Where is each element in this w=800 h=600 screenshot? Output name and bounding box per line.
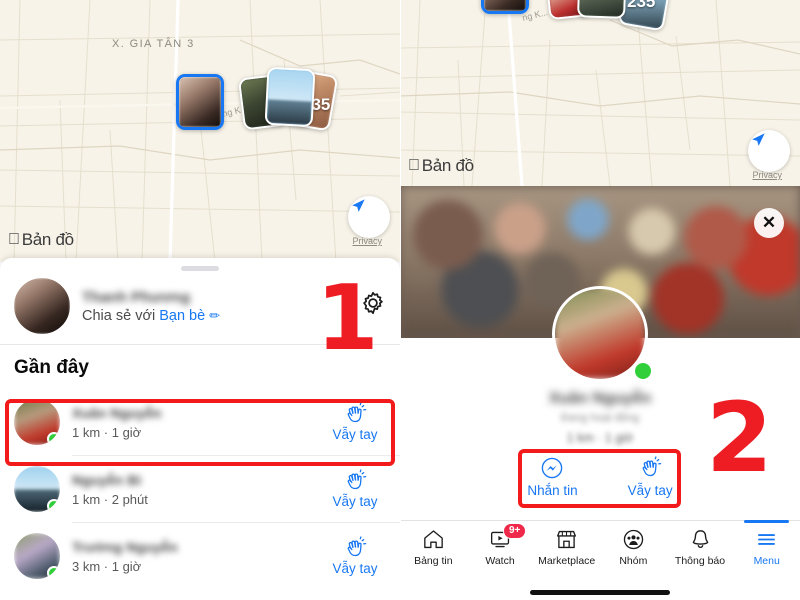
share-with-target[interactable]: Bạn bè (159, 308, 205, 324)
friend-name: Trường Nguyễn (72, 538, 178, 555)
map-place-label: X. GIA TÂN 3 (112, 38, 195, 50)
tab-notifications[interactable]: Thông báo (667, 521, 734, 567)
map-attribution-label: Bản đồ (410, 156, 474, 175)
avatar[interactable] (14, 466, 60, 512)
navigation-arrow-icon (752, 133, 765, 146)
tab-groups[interactable]: Nhóm (600, 521, 667, 567)
annotation-number-2: 2 (706, 382, 773, 494)
hamburger-icon (758, 534, 776, 545)
wave-button[interactable]: Vẫy tay (628, 456, 673, 498)
friend-info: Nguyễn Bi 1 km · 2 phút (72, 472, 312, 507)
my-name: Thanh Phương (82, 288, 191, 306)
avatar-photo (14, 278, 70, 334)
locate-me-button[interactable] (748, 130, 790, 172)
friend-name: Xuân Nguyễn (72, 404, 162, 421)
apple-logo-icon:  (8, 232, 20, 248)
tab-watch[interactable]: 9+ Watch (467, 521, 534, 567)
bubble-overflow-count: 235 (627, 0, 656, 11)
avatar[interactable] (14, 399, 60, 445)
wave-label: Vẫy tay (332, 561, 378, 576)
tab-label: Thông báo (674, 555, 726, 567)
map-photo-bubble-3[interactable] (264, 66, 316, 128)
bell-icon (692, 530, 708, 549)
avatar[interactable] (14, 278, 70, 334)
tab-label: Watch (485, 555, 515, 567)
message-button[interactable]: Nhắn tin (527, 456, 578, 498)
notification-badge: 9+ (503, 523, 527, 539)
map-photo-bubble-3[interactable] (577, 0, 627, 19)
messenger-icon (542, 457, 563, 479)
friend-row[interactable]: Nguyễn Bi 1 km · 2 phút Vẫy tay (0, 456, 400, 522)
tab-label: Menu (753, 555, 780, 567)
pencil-icon[interactable]: ✏ (209, 308, 220, 323)
online-status-dot (47, 432, 60, 445)
bottom-tab-bar: Bảng tin 9+ Watch Marketplace Nhóm Thông… (400, 520, 800, 600)
wave-hand-icon (347, 536, 367, 557)
share-with-prefix: Chia sẻ với (82, 307, 160, 324)
tab-marketplace[interactable]: Marketplace (533, 521, 600, 567)
annotation-number-1: 1 (316, 266, 379, 371)
friend-info: Xuân Nguyễn 1 km · 1 giờ (72, 405, 312, 440)
bubble-photo (484, 0, 526, 11)
map-photo-bubble-selected[interactable] (176, 74, 224, 130)
map-roads (0, 0, 400, 262)
home-indicator (530, 590, 670, 595)
tab-label: Nhóm (619, 555, 648, 567)
wave-button[interactable]: Vẫy tay (324, 536, 386, 576)
screenshot-separator (400, 0, 401, 600)
wave-hand-icon (347, 469, 367, 490)
wave-label: Vẫy tay (332, 427, 378, 442)
friend-row[interactable]: Trường Nguyễn 3 km · 1 giờ Vẫy tay (0, 523, 400, 589)
wave-label: Vẫy tay (627, 483, 673, 498)
bubble-photo (266, 68, 314, 126)
bubble-photo (579, 0, 625, 17)
map-left[interactable]: X. GIA TÂN 3 ng K... 235  Bản đồ Privac… (0, 0, 400, 262)
friend-meta: 1 km · 2 phút (72, 491, 148, 507)
bubble-photo (179, 77, 221, 127)
tab-label: Bảng tin (414, 555, 453, 567)
online-status-dot (47, 499, 60, 512)
active-tab-indicator (744, 520, 790, 523)
home-icon (423, 530, 443, 549)
friend-meta: 1 km · 1 giờ (72, 424, 142, 440)
online-status-dot (632, 360, 654, 382)
map-right[interactable]: ng K... 235  Bản đồ Privacy (400, 0, 800, 186)
locate-me-button[interactable] (348, 196, 390, 238)
map-attribution:  Bản đồ (8, 230, 74, 250)
screenshot-left: X. GIA TÂN 3 ng K... 235  Bản đồ Privac… (0, 0, 400, 600)
friend-name: Nguyễn Bi (72, 471, 142, 488)
map-attribution:  Bản đồ (408, 156, 474, 176)
wave-hand-icon (347, 402, 367, 423)
tab-label: Marketplace (538, 555, 596, 567)
friend-meta: 3 km · 1 giờ (72, 558, 142, 574)
close-icon[interactable]: ✕ (754, 208, 784, 238)
tab-menu[interactable]: Menu (733, 520, 800, 567)
friend-info: Trường Nguyễn 3 km · 1 giờ (72, 539, 312, 574)
store-icon (557, 530, 577, 549)
wave-hand-icon (642, 456, 662, 477)
message-label: Nhắn tin (527, 483, 578, 498)
tab-news-feed[interactable]: Bảng tin (400, 521, 467, 567)
navigation-arrow-icon (352, 199, 365, 212)
wave-button[interactable]: Vẫy tay (324, 402, 386, 442)
wave-button[interactable]: Vẫy tay (324, 469, 386, 509)
map-photo-bubble-selected[interactable] (481, 0, 529, 14)
map-attribution-label: Bản đồ (10, 230, 74, 249)
wave-label: Vẫy tay (332, 494, 378, 509)
avatar-photo (555, 289, 645, 379)
online-status-dot (47, 566, 60, 579)
apple-logo-icon:  (408, 158, 420, 174)
friend-row[interactable]: Xuân Nguyễn 1 km · 1 giờ Vẫy tay (0, 389, 400, 455)
avatar[interactable] (14, 533, 60, 579)
screenshot-right: ng K... 235  Bản đồ Privacy ✕ (400, 0, 800, 600)
groups-icon (623, 529, 644, 550)
